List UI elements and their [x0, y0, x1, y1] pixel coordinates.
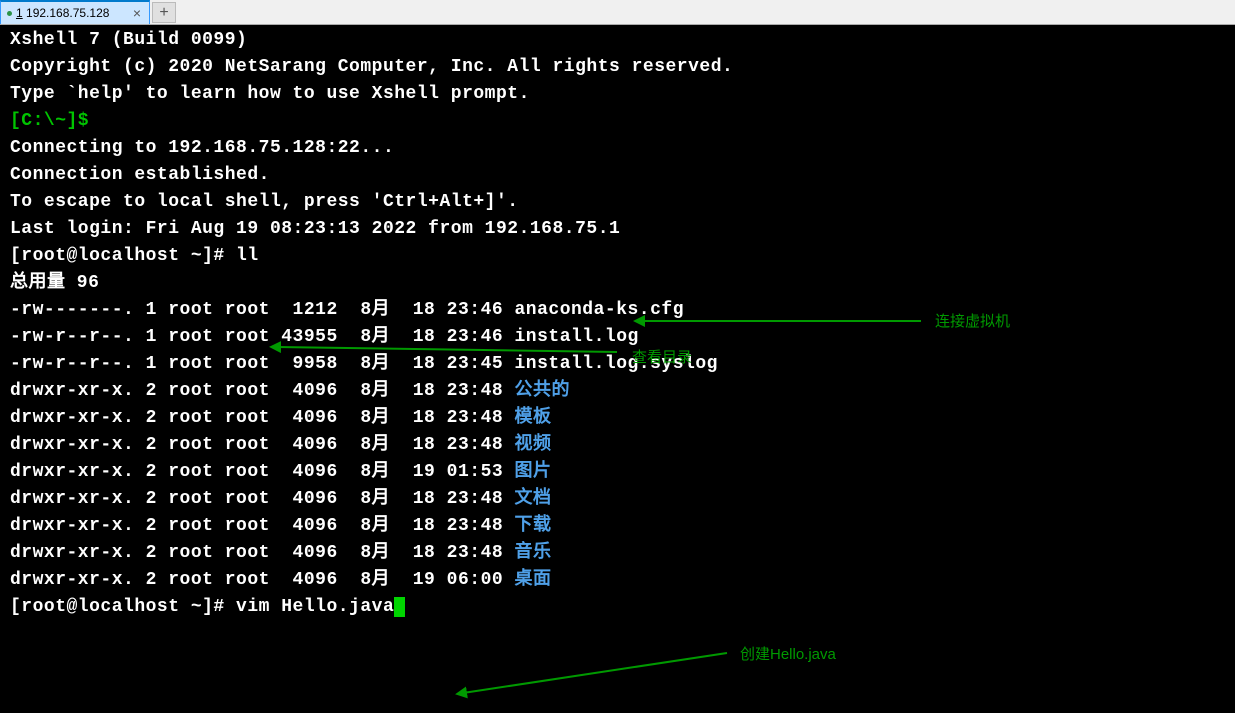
xshell-window: 1 192.168.75.128 × + Xshell 7 (Build 009…	[0, 0, 1235, 713]
dir-name: 桌面	[514, 570, 551, 590]
file-name: install.log	[514, 327, 638, 347]
file-name: anaconda-ks.cfg	[514, 300, 684, 320]
dir-name: 图片	[514, 462, 551, 482]
file-row: drwxr-xr-x. 2 root root 4096 8月 19 06:00…	[10, 567, 1225, 594]
file-row: drwxr-xr-x. 2 root root 4096 8月 18 23:48…	[10, 486, 1225, 513]
dir-name: 下载	[514, 516, 551, 536]
prompt-prefix: [C:\~]$	[10, 111, 89, 131]
add-tab-button[interactable]: +	[152, 2, 176, 23]
dir-name: 音乐	[514, 543, 551, 563]
term-prompt-line: [root@localhost ~]# vim Hello.java	[10, 594, 1225, 621]
term-prompt-line: [root@localhost ~]# ll	[10, 243, 1225, 270]
tab-bar: 1 192.168.75.128 × +	[0, 0, 1235, 25]
terminal-area[interactable]: Xshell 7 (Build 0099)Copyright (c) 2020 …	[0, 25, 1235, 713]
dir-name: 公共的	[514, 381, 570, 401]
file-row: drwxr-xr-x. 2 root root 4096 8月 18 23:48…	[10, 540, 1225, 567]
close-tab-icon[interactable]: ×	[133, 5, 141, 21]
term-line: 总用量 96	[10, 270, 1225, 297]
term-line: Xshell 7 (Build 0099)	[10, 27, 1225, 54]
file-row: drwxr-xr-x. 2 root root 4096 8月 19 01:53…	[10, 459, 1225, 486]
tab-title: 1 192.168.75.128	[16, 6, 109, 20]
term-line: Connection established.	[10, 162, 1225, 189]
term-line: Connecting to 192.168.75.128:22...	[10, 135, 1225, 162]
file-row: drwxr-xr-x. 2 root root 4096 8月 18 23:48…	[10, 432, 1225, 459]
file-row: drwxr-xr-x. 2 root root 4096 8月 18 23:48…	[10, 405, 1225, 432]
file-row: -rw-r--r--. 1 root root 9958 8月 18 23:45…	[10, 351, 1225, 378]
file-name: install.log.syslog	[514, 354, 717, 374]
term-line: Last login: Fri Aug 19 08:23:13 2022 fro…	[10, 216, 1225, 243]
term-prompt-line: [C:\~]$	[10, 108, 1225, 135]
file-row: drwxr-xr-x. 2 root root 4096 8月 18 23:48…	[10, 378, 1225, 405]
term-line: Copyright (c) 2020 NetSarang Computer, I…	[10, 54, 1225, 81]
term-line: Type `help' to learn how to use Xshell p…	[10, 81, 1225, 108]
dir-name: 视频	[514, 435, 551, 455]
cursor-icon	[394, 597, 405, 617]
term-line: To escape to local shell, press 'Ctrl+Al…	[10, 189, 1225, 216]
file-row: -rw-------. 1 root root 1212 8月 18 23:46…	[10, 297, 1225, 324]
file-row: drwxr-xr-x. 2 root root 4096 8月 18 23:48…	[10, 513, 1225, 540]
session-tab[interactable]: 1 192.168.75.128 ×	[0, 0, 150, 24]
connection-status-icon	[7, 11, 12, 16]
file-row: -rw-r--r--. 1 root root 43955 8月 18 23:4…	[10, 324, 1225, 351]
dir-name: 模板	[514, 408, 551, 428]
dir-name: 文档	[514, 489, 551, 509]
